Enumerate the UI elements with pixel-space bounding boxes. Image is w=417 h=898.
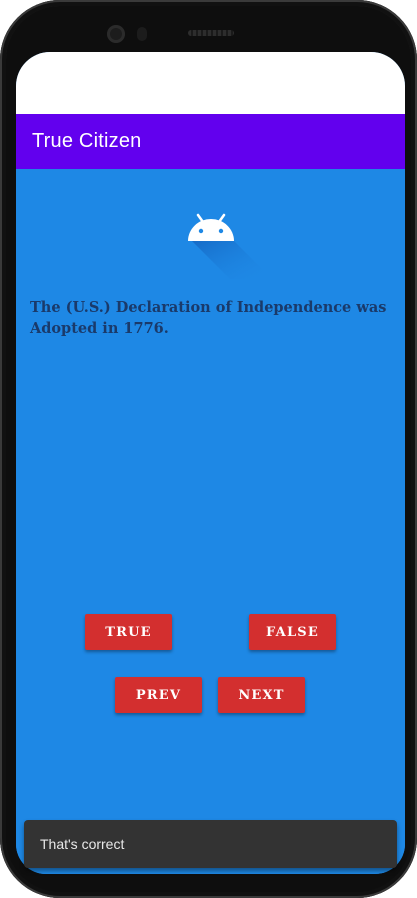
- app-bar: True Citizen: [16, 114, 405, 169]
- next-button[interactable]: NEXT: [218, 677, 305, 713]
- question-text: The (U.S.) Declaration of Independence w…: [30, 299, 387, 337]
- false-button[interactable]: FALSE: [249, 614, 336, 650]
- proximity-sensor: [137, 27, 147, 41]
- true-button[interactable]: TRUE: [85, 614, 172, 650]
- prev-button[interactable]: PREV: [115, 677, 202, 713]
- snackbar: That's correct: [24, 820, 397, 868]
- phone-frame: True Citizen The (U.S.) Declaration of I…: [0, 0, 417, 898]
- main-content: The (U.S.) Declaration of Independence w…: [16, 169, 405, 874]
- snackbar-message: That's correct: [40, 836, 125, 852]
- screen: True Citizen The (U.S.) Declaration of I…: [16, 52, 405, 874]
- android-icon: [188, 213, 264, 279]
- status-bar: [16, 52, 405, 114]
- app-title: True Citizen: [32, 130, 142, 152]
- front-camera: [107, 25, 125, 43]
- earpiece-speaker: [188, 30, 234, 36]
